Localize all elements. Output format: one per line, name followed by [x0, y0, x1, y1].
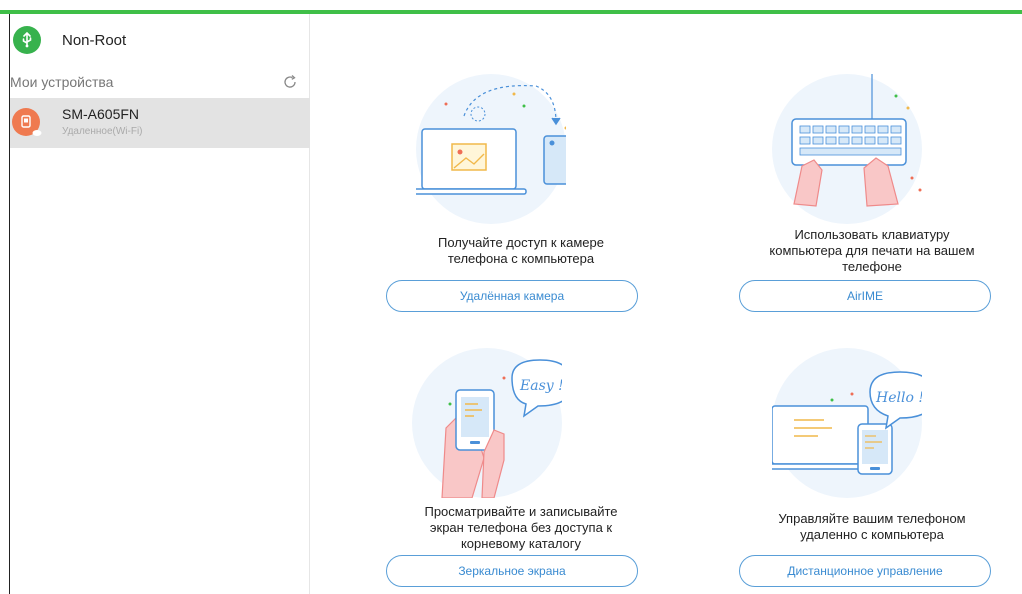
keyboard-illustration: [772, 74, 922, 224]
usb-icon: [13, 26, 41, 54]
mirror-desc-line: экран телефона без доступа к: [429, 520, 613, 535]
mirror-description: Просматривайте и записывайте экран телеф…: [386, 504, 656, 552]
device-name: SM-A605FN: [62, 106, 140, 122]
mirror-desc-line: Просматривайте и записывайте: [424, 504, 618, 519]
window-top-strip: [0, 0, 1022, 10]
keyboard-desc-line: Использовать клавиатуру: [794, 227, 950, 242]
keyboard-desc-line: компьютера для печати на вашем: [769, 243, 975, 258]
refresh-icon[interactable]: [282, 74, 298, 90]
remote-control-button[interactable]: Дистанционное управление: [739, 555, 991, 587]
keyboard-description: Использовать клавиатуру компьютера для п…: [737, 227, 1007, 275]
remote-control-description: Управляйте вашим телефоном удаленно с ко…: [737, 511, 1007, 543]
sidebar-header: Non-Root: [10, 14, 309, 66]
remote-desc-line: Управляйте вашим телефоном: [778, 511, 966, 526]
airime-button[interactable]: AirIME: [739, 280, 991, 312]
mirror-illustration: Easy !: [412, 348, 562, 498]
my-devices-title: Мои устройства: [10, 74, 114, 90]
device-item[interactable]: SM-A605FN Удаленное(Wi-Fi): [10, 98, 310, 148]
camera-illustration: [416, 74, 566, 224]
phone-icon: [12, 108, 42, 136]
camera-description: Получайте доступ к камере телефона с ком…: [386, 235, 656, 267]
keyboard-desc-line: телефоне: [842, 259, 902, 274]
mode-title: Non-Root: [62, 32, 127, 49]
remote-desc-line: удаленно с компьютера: [800, 527, 944, 542]
remote-camera-button[interactable]: Удалённая камера: [386, 280, 638, 312]
mirror-screen-button[interactable]: Зеркальное экрана: [386, 555, 638, 587]
easy-label: Easy !: [519, 378, 562, 394]
hello-label: Hello !: [875, 390, 922, 406]
main-panel: Получайте доступ к камере телефона с ком…: [311, 14, 1022, 594]
devices-section: Мои устройства: [10, 66, 309, 98]
remote-control-illustration: Hello !: [772, 348, 922, 498]
camera-desc-line: Получайте доступ к камере: [438, 235, 604, 250]
sidebar: Non-Root Мои устройства SM-A605FN Удален…: [10, 14, 310, 594]
camera-desc-line: телефона с компьютера: [447, 251, 595, 266]
device-status: Удаленное(Wi-Fi): [62, 126, 143, 137]
mirror-desc-line: корневому каталогу: [460, 536, 582, 551]
